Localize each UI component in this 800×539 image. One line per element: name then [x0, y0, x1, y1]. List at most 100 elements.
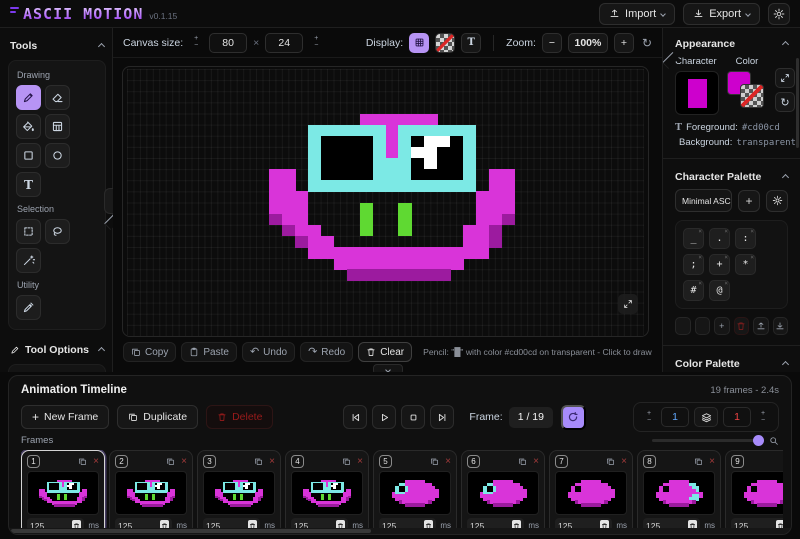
- text-tool-button[interactable]: T: [16, 172, 41, 197]
- frame-thumbnail[interactable]: [291, 471, 363, 515]
- duplicate-frame-icon[interactable]: [430, 457, 439, 466]
- frame-card[interactable]: 1×125ms: [21, 450, 105, 535]
- duplicate-frame-icon[interactable]: [606, 457, 615, 466]
- zoom-reset-icon[interactable]: ↻: [642, 36, 652, 50]
- character-chip[interactable]: ;×: [683, 254, 704, 275]
- duplicate-frame-icon[interactable]: [342, 457, 351, 466]
- zoom-out-button[interactable]: −: [542, 33, 562, 53]
- delete-frame-icon[interactable]: ×: [269, 457, 275, 467]
- frame-thumbnail[interactable]: [379, 471, 451, 515]
- transparency-display-toggle[interactable]: [435, 33, 455, 53]
- marquee-select-tool-button[interactable]: [16, 219, 41, 244]
- character-preview[interactable]: [675, 71, 719, 115]
- frame-card[interactable]: 3×125ms: [197, 450, 281, 535]
- delete-frame-icon[interactable]: ×: [445, 457, 451, 467]
- duplicate-frame-icon[interactable]: [166, 457, 175, 466]
- remove-character-icon[interactable]: ×: [724, 228, 728, 235]
- paste-button[interactable]: Paste: [181, 342, 237, 362]
- duplicate-frame-icon[interactable]: [78, 457, 87, 466]
- play-button[interactable]: [372, 405, 396, 429]
- move-character-left-button[interactable]: [675, 317, 691, 335]
- frame-card[interactable]: 4×125ms: [285, 450, 369, 535]
- collapse-left-panel-handle[interactable]: [104, 188, 113, 214]
- frame-thumbnail[interactable]: [203, 471, 275, 515]
- character-chip[interactable]: @×: [709, 280, 730, 301]
- character-chip[interactable]: _×: [683, 228, 704, 249]
- onion-next-stepper[interactable]: +−: [758, 411, 768, 424]
- canvas-resize-handle[interactable]: [618, 294, 638, 314]
- grid-display-toggle[interactable]: [409, 33, 429, 53]
- character-chip[interactable]: .×: [709, 228, 730, 249]
- theme-toggle-button[interactable]: [768, 3, 790, 25]
- import-characters-button[interactable]: [773, 317, 789, 335]
- rectangle-tool-button[interactable]: [16, 143, 41, 168]
- delete-character-button[interactable]: [734, 317, 750, 335]
- appearance-section-header[interactable]: Appearance: [675, 36, 788, 56]
- canvas-width-input[interactable]: 80: [209, 33, 247, 53]
- onion-prev-frames-input[interactable]: 1: [661, 407, 689, 427]
- timeline-zoom-slider-thumb[interactable]: [753, 435, 764, 446]
- remove-character-icon[interactable]: ×: [724, 254, 728, 261]
- duplicate-frame-icon[interactable]: [782, 457, 783, 466]
- eyedropper-tool-button[interactable]: [16, 295, 41, 320]
- duplicate-frame-button[interactable]: Duplicate: [117, 405, 198, 429]
- delete-frame-icon[interactable]: ×: [357, 457, 363, 467]
- text-display-toggle[interactable]: T: [461, 33, 481, 53]
- copy-button[interactable]: Copy: [123, 342, 176, 362]
- frame-card[interactable]: 9×125ms: [725, 450, 783, 535]
- frame-thumbnail[interactable]: [115, 471, 187, 515]
- duplicate-frame-icon[interactable]: [518, 457, 527, 466]
- new-frame-button[interactable]: + New Frame: [21, 405, 109, 429]
- eraser-tool-button[interactable]: [45, 85, 70, 110]
- delete-frame-icon[interactable]: ×: [621, 457, 627, 467]
- character-palette-settings-button[interactable]: [766, 190, 788, 212]
- remove-character-icon[interactable]: ×: [698, 228, 702, 235]
- onion-next-frames-input[interactable]: 1: [723, 407, 751, 427]
- lasso-select-tool-button[interactable]: [45, 219, 70, 244]
- frame-card[interactable]: 7×125ms: [549, 450, 633, 535]
- first-frame-button[interactable]: [343, 405, 367, 429]
- remove-character-icon[interactable]: ×: [724, 280, 728, 287]
- add-character-button[interactable]: +: [714, 317, 730, 335]
- add-character-palette-button[interactable]: +: [738, 190, 760, 212]
- undo-button[interactable]: ↶ Undo: [242, 342, 295, 362]
- frame-card[interactable]: 5×125ms: [373, 450, 457, 535]
- tool-options-header[interactable]: Tool Options: [8, 342, 106, 358]
- delete-frame-icon[interactable]: ×: [709, 457, 715, 467]
- frame-thumbnail[interactable]: [467, 471, 539, 515]
- swap-colors-button[interactable]: [775, 68, 795, 88]
- reset-colors-button[interactable]: ↻: [775, 92, 795, 112]
- zoom-in-button[interactable]: +: [614, 33, 634, 53]
- color-palette-section-header[interactable]: Color Palette: [675, 356, 788, 372]
- duplicate-frame-icon[interactable]: [254, 457, 263, 466]
- delete-frame-icon[interactable]: ×: [181, 457, 187, 467]
- stop-button[interactable]: [401, 405, 425, 429]
- frame-card[interactable]: 6×125ms: [461, 450, 545, 535]
- tools-section-header[interactable]: Tools: [8, 36, 106, 56]
- frame-card[interactable]: 2×125ms: [109, 450, 193, 535]
- timeline-zoom-slider[interactable]: [652, 439, 762, 442]
- remove-character-icon[interactable]: ×: [750, 254, 754, 261]
- export-characters-button[interactable]: [753, 317, 769, 335]
- character-palette-section-header[interactable]: Character Palette: [675, 169, 788, 189]
- character-chip[interactable]: :×: [735, 228, 756, 249]
- canvas-height-input[interactable]: 24: [265, 33, 303, 53]
- frame-thumbnail[interactable]: [731, 471, 783, 515]
- grid-tool-button[interactable]: [45, 114, 70, 139]
- ellipse-tool-button[interactable]: [45, 143, 70, 168]
- import-button[interactable]: Import: [599, 3, 675, 25]
- frame-card[interactable]: 8×125ms: [637, 450, 721, 535]
- background-color-swatch[interactable]: [740, 84, 764, 108]
- frame-thumbnail[interactable]: [555, 471, 627, 515]
- remove-character-icon[interactable]: ×: [698, 254, 702, 261]
- pencil-tool-button[interactable]: [16, 85, 41, 110]
- character-chip[interactable]: *×: [735, 254, 756, 275]
- character-palette-preset-dropdown[interactable]: Minimal ASC...: [675, 189, 732, 212]
- frame-thumbnail[interactable]: [643, 471, 715, 515]
- clear-button[interactable]: Clear: [358, 342, 412, 362]
- delete-frame-button[interactable]: Delete: [206, 405, 273, 429]
- loop-toggle-button[interactable]: [561, 405, 586, 430]
- frames-horizontal-scrollbar[interactable]: [9, 528, 791, 534]
- last-frame-button[interactable]: [430, 405, 454, 429]
- character-chip[interactable]: #×: [683, 280, 704, 301]
